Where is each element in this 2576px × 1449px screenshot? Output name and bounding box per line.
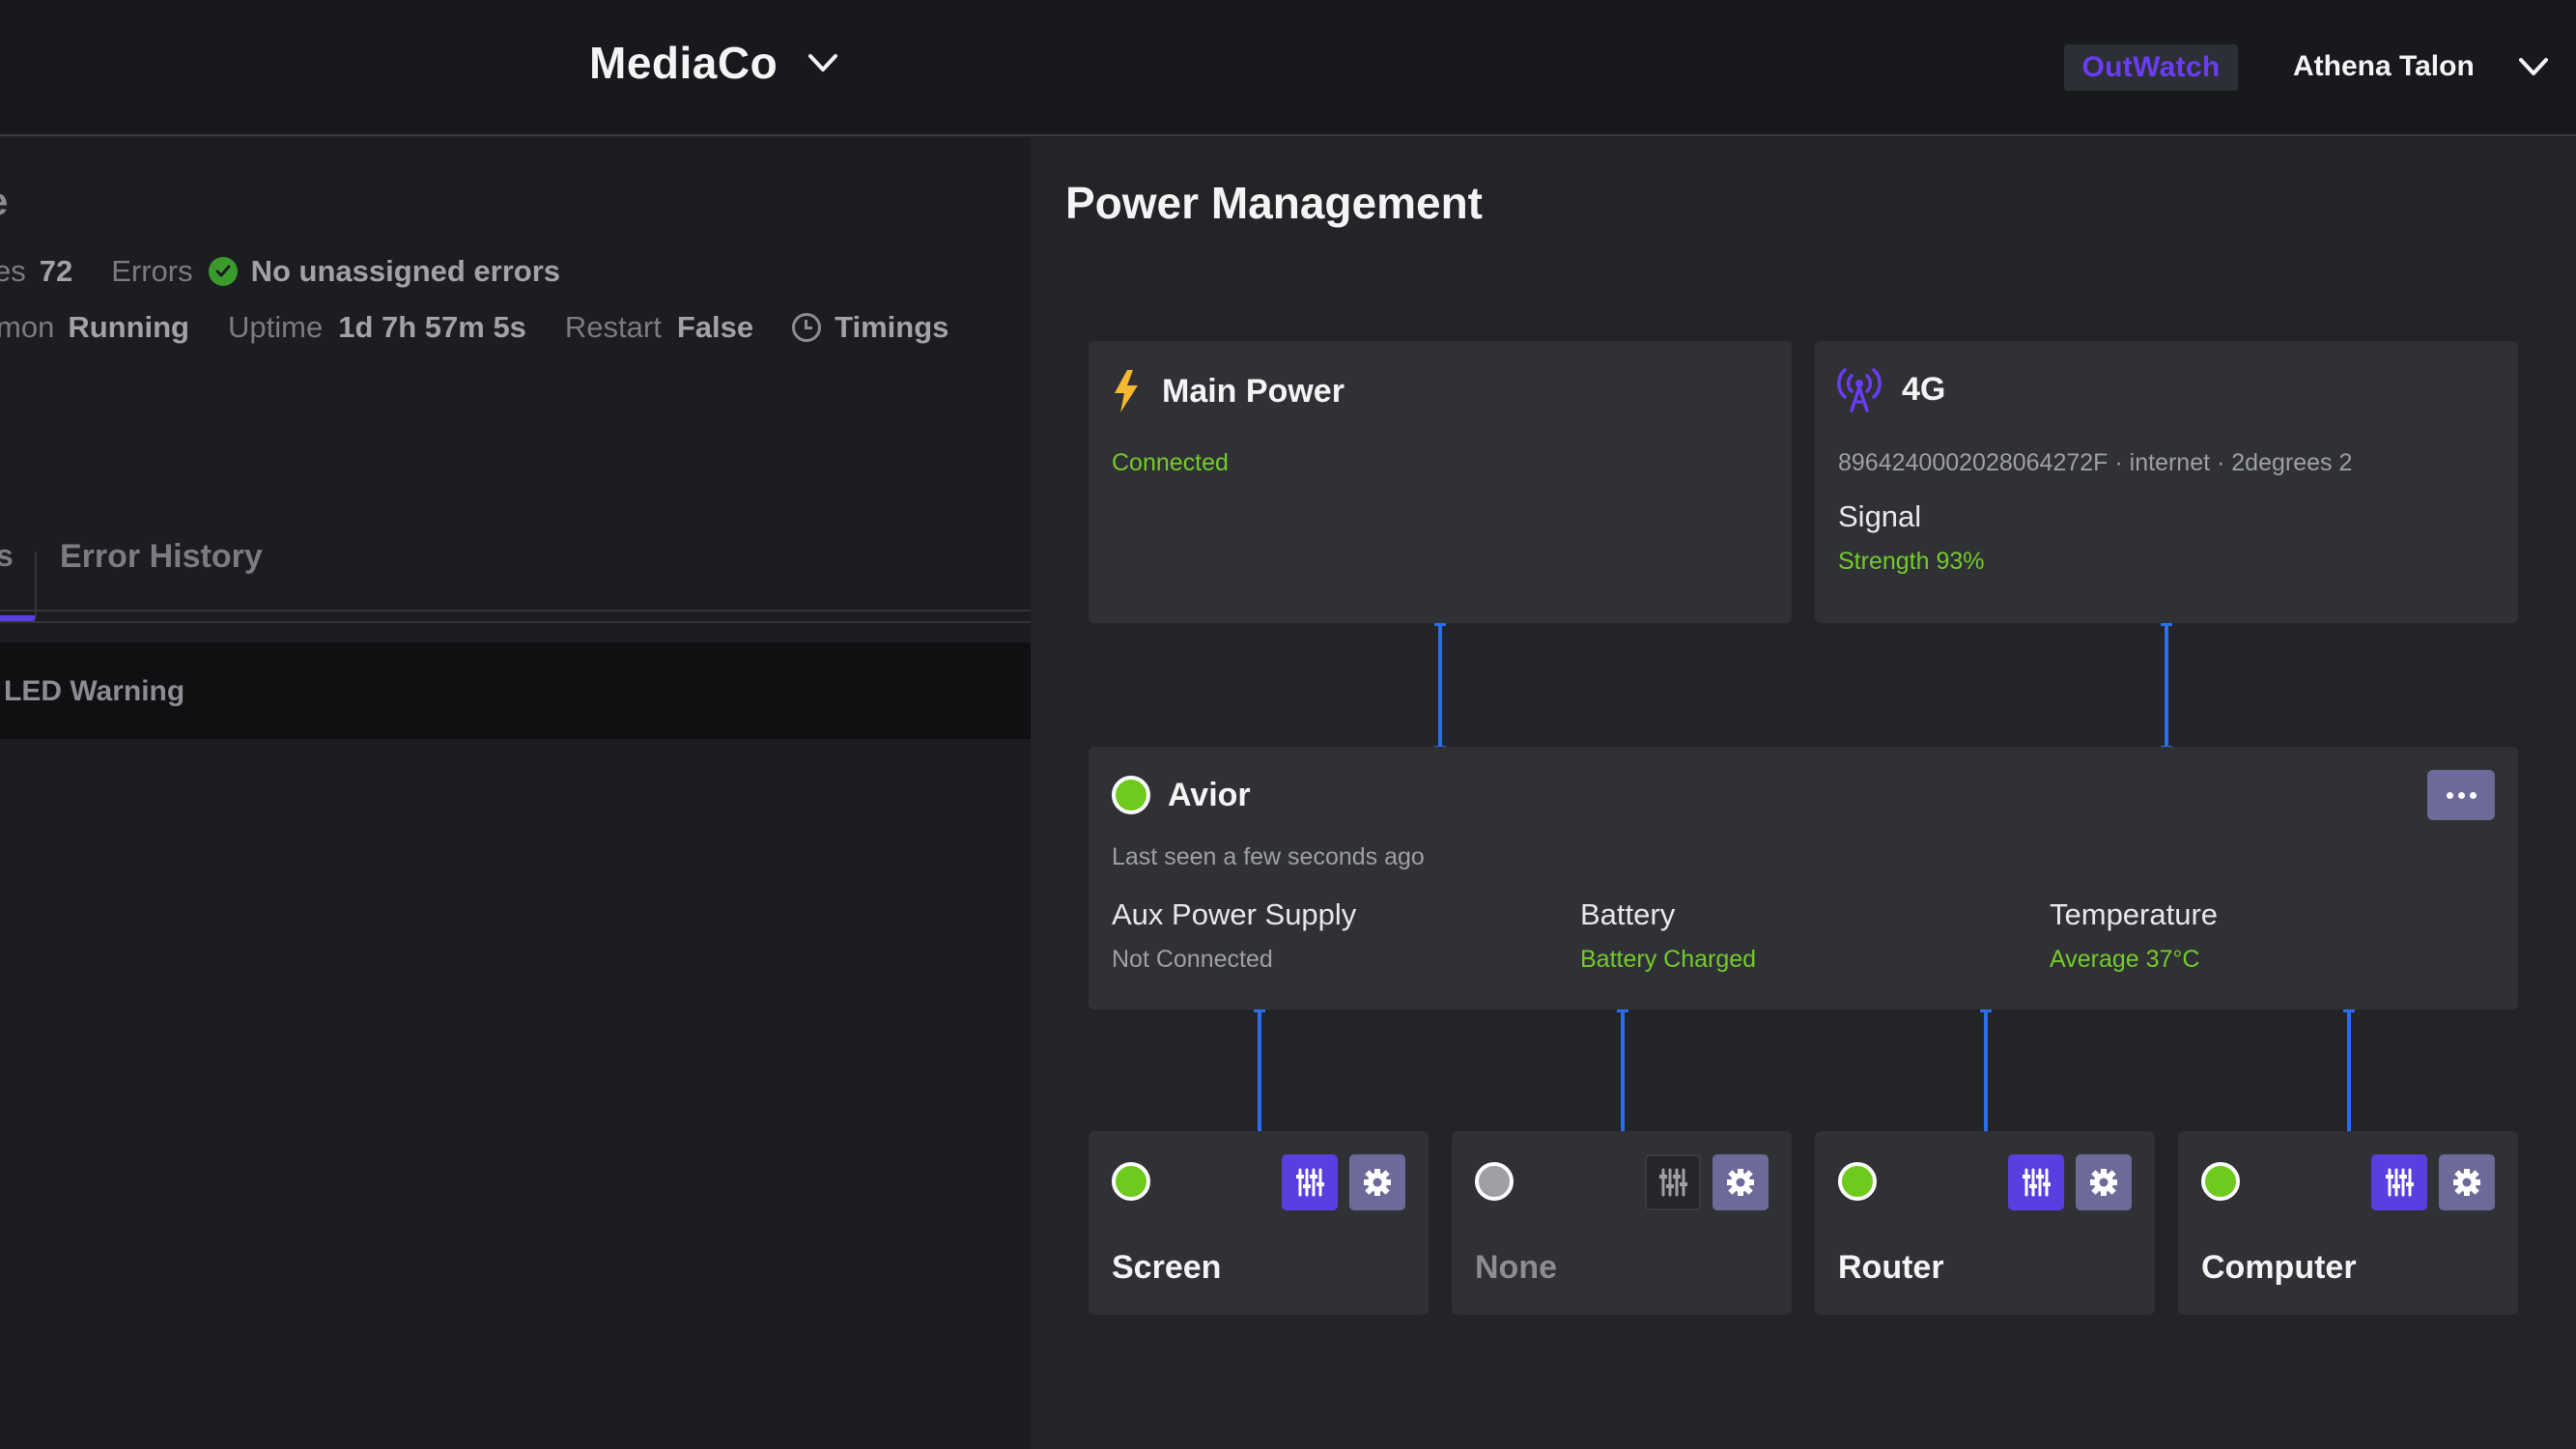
- settings-button[interactable]: [2076, 1154, 2132, 1210]
- gear-icon: [2453, 1169, 2480, 1196]
- chevron-down-icon: [808, 54, 838, 71]
- main-power-card: Main Power Connected: [1089, 341, 1792, 623]
- device-name: Avior: [1168, 776, 1251, 813]
- aux-power-label: Aux Power Supply: [1112, 897, 1357, 931]
- gear-icon: [2090, 1169, 2117, 1196]
- settings-button[interactable]: [2439, 1154, 2495, 1210]
- status-dot-offline: [1475, 1162, 1514, 1201]
- daemon-status-value: Running: [68, 310, 189, 344]
- power-management-panel: Power Management Main Power Connected 4G…: [1031, 138, 2576, 1449]
- signal-label: Signal: [1838, 499, 1922, 533]
- lightning-icon: [1115, 370, 1138, 412]
- cellular-card: 4G 8964240002028064272F · internet · 2de…: [1815, 341, 2518, 623]
- temperature-value: Average 37°C: [2050, 946, 2200, 973]
- connector-line: [1434, 623, 1446, 749]
- card-title: Main Power: [1162, 372, 1345, 410]
- sliders-icon: [2386, 1168, 2414, 1197]
- device-name: None: [1475, 1249, 1557, 1286]
- timings-label: Timings: [835, 310, 949, 344]
- settings-button[interactable]: [1713, 1154, 1769, 1210]
- uptime-label: Uptime: [228, 310, 324, 344]
- connector-line: [2343, 1009, 2355, 1135]
- status-dot-online: [1838, 1162, 1877, 1201]
- sim-details: 8964240002028064272F · internet · 2degre…: [1838, 449, 2353, 476]
- signal-strength: Strength 93%: [1838, 548, 1985, 575]
- stat-label: es: [0, 254, 26, 288]
- status-dot-online: [1112, 1162, 1150, 1201]
- user-name: Athena Talon: [2293, 50, 2475, 82]
- gear-icon: [1727, 1169, 1754, 1196]
- org-selector[interactable]: MediaCo: [589, 37, 841, 89]
- tab-divider-line: [0, 621, 1031, 623]
- tab-separator: [35, 552, 37, 619]
- stats-row-1: es 72 Errors No unassigned errors: [0, 254, 560, 289]
- device-name: Router: [1838, 1249, 1944, 1286]
- settings-button[interactable]: [1349, 1154, 1405, 1210]
- restart-value: False: [676, 310, 754, 344]
- connector-line: [1254, 1009, 1265, 1135]
- battery-value: Battery Charged: [1580, 946, 1757, 973]
- device-name: Computer: [2201, 1249, 2357, 1286]
- stats-row-2: mon Running Uptime 1d 7h 57m 5s Restart …: [0, 310, 948, 345]
- chevron-down-icon: [2518, 58, 2548, 75]
- user-menu[interactable]: Athena Talon: [2293, 48, 2552, 85]
- device-name: Screen: [1112, 1249, 1222, 1286]
- timings-button[interactable]: Timings: [792, 310, 948, 345]
- connector-line: [1617, 1009, 1628, 1135]
- errors-value: No unassigned errors: [250, 254, 561, 288]
- clock-icon: [792, 313, 822, 342]
- mixer-button[interactable]: [2371, 1154, 2427, 1210]
- top-bar: MediaCo OutWatch Athena Talon: [0, 0, 2576, 136]
- sliders-icon: [1296, 1168, 1324, 1197]
- sliders-icon: [2023, 1168, 2051, 1197]
- temperature-label: Temperature: [2050, 897, 2219, 931]
- battery-label: Battery: [1580, 897, 1676, 931]
- more-options-button[interactable]: [2427, 770, 2495, 820]
- mixer-button[interactable]: [2008, 1154, 2064, 1210]
- status-dot-online: [2201, 1162, 2240, 1201]
- list-item-label: LED Warning: [4, 675, 185, 707]
- stat-value: 72: [39, 254, 73, 288]
- device-card-router: Router: [1815, 1131, 2155, 1315]
- restart-label: Restart: [564, 310, 662, 344]
- tab-error-history[interactable]: Error History: [60, 538, 263, 576]
- uptime-value: 1d 7h 57m 5s: [338, 310, 526, 344]
- status-dot-online: [1112, 776, 1150, 814]
- stat-label: mon: [0, 310, 55, 344]
- avior-card: Avior Last seen a few seconds ago Aux Po…: [1089, 747, 2518, 1009]
- card-title: 4G: [1902, 370, 1946, 408]
- tab-active-fragment[interactable]: s: [0, 538, 14, 574]
- sliders-icon: [1659, 1168, 1687, 1197]
- connector-line: [2161, 623, 2172, 749]
- device-detail-pane: e es 72 Errors No unassigned errors mon …: [0, 138, 1031, 1449]
- active-tab-indicator: [0, 615, 35, 621]
- connector-line: [1980, 1009, 1992, 1135]
- aux-power-value: Not Connected: [1112, 946, 1273, 973]
- device-card-none: None: [1452, 1131, 1792, 1315]
- org-name: MediaCo: [589, 38, 778, 88]
- last-seen: Last seen a few seconds ago: [1112, 843, 1425, 870]
- antenna-icon: [1837, 368, 1882, 412]
- main-power-status: Connected: [1112, 449, 1229, 476]
- outwatch-logo[interactable]: OutWatch: [2064, 44, 2238, 91]
- page-title: e: [0, 181, 8, 224]
- mixer-button[interactable]: [1645, 1154, 1701, 1210]
- mixer-button[interactable]: [1282, 1154, 1338, 1210]
- check-circle-icon: [208, 257, 238, 286]
- device-card-screen: Screen: [1089, 1131, 1429, 1315]
- list-item[interactable]: LED Warning: [0, 642, 1031, 739]
- errors-label: Errors: [111, 254, 193, 288]
- gear-icon: [1364, 1169, 1391, 1196]
- tab-bar: [0, 610, 1031, 611]
- panel-title: Power Management: [1065, 178, 1483, 228]
- device-card-computer: Computer: [2178, 1131, 2518, 1315]
